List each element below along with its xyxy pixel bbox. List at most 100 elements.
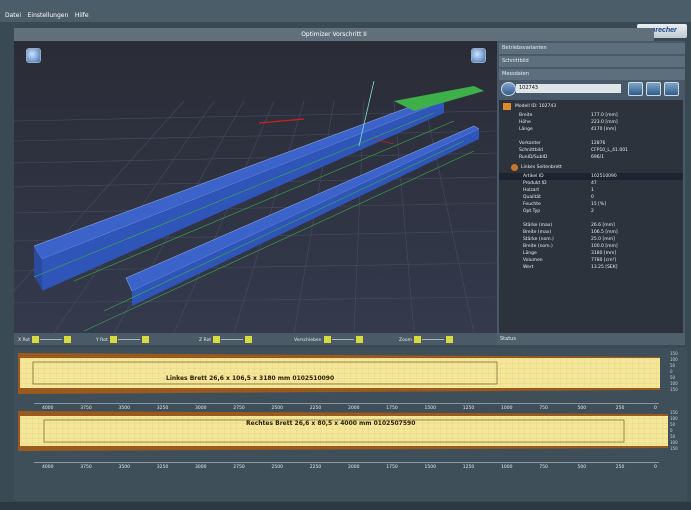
tree-row[interactable] xyxy=(499,133,683,140)
control-slider[interactable] xyxy=(421,339,444,340)
scale-tick-label: 150 xyxy=(670,351,678,356)
tree-row[interactable]: Länge 3180 [mm] xyxy=(499,250,683,257)
panel-item-schnittbild[interactable]: Schnittbild xyxy=(499,56,685,67)
tree-root[interactable]: Modell ID: 102743 xyxy=(499,103,683,110)
control-z-rot: Z Rot xyxy=(199,335,253,344)
panel-item-betriebsvarianten[interactable]: Betriebsvarianten xyxy=(499,43,685,54)
menu-datei[interactable]: Datei xyxy=(5,12,21,19)
view-reset-icon[interactable] xyxy=(26,48,41,63)
control-plus-button[interactable] xyxy=(354,335,364,344)
properties-tree[interactable]: Modell ID: 102743 Breite 177.0 [mm] Höhe 22… xyxy=(499,100,683,333)
tree-row[interactable]: Schnittbild CFP10_L_41.001 xyxy=(499,147,683,154)
axis-tick-label: 4000 xyxy=(42,465,54,470)
axis-tick-label: 2500 xyxy=(271,406,283,411)
axis-bottom xyxy=(34,462,659,463)
axis-tick-label: 1750 xyxy=(386,465,398,470)
tree-value: 15 [%] xyxy=(591,202,606,207)
axis-tick-label: 3000 xyxy=(195,465,207,470)
tree-row[interactable]: Breite 177.0 [mm] xyxy=(499,112,683,119)
floor-grid xyxy=(14,41,497,333)
scale-tick-label: 100 xyxy=(670,357,678,362)
settings-icon[interactable] xyxy=(664,82,679,96)
control-plus-button[interactable] xyxy=(140,335,150,344)
axis-tick-label: 3750 xyxy=(80,406,92,411)
tree-value: 13.25 [SEK] xyxy=(591,265,618,270)
control-minus-button[interactable] xyxy=(322,335,332,344)
axis-tick-label: 0 xyxy=(654,406,657,411)
axis-tick-label: 2750 xyxy=(233,406,245,411)
load-id-icon[interactable] xyxy=(501,82,516,96)
axis-tick-label: 3000 xyxy=(195,406,207,411)
viewport-3d[interactable] xyxy=(14,41,497,333)
tree-row[interactable]: Opt.Typ 2 xyxy=(499,208,683,215)
right-panel: Betriebsvarianten Schnittbild Messdaten … xyxy=(497,41,685,341)
axis-tick-label: 3250 xyxy=(156,465,169,470)
tree-row[interactable]: Breite (nom.) 100.0 [mm] xyxy=(499,243,683,250)
control-label: X Rot xyxy=(18,338,30,343)
menu-hilfe[interactable]: Hilfe xyxy=(75,12,89,19)
axis-tick-label: 250 xyxy=(615,465,625,470)
tree-row[interactable]: Vorkanter 12876 xyxy=(499,140,683,147)
axis-tick-label: 500 xyxy=(577,465,587,470)
tree-row[interactable]: Wert 13.25 [SEK] xyxy=(499,264,683,271)
tree-key: Länge xyxy=(519,127,533,132)
control-slider[interactable] xyxy=(39,339,62,340)
tree-value: 4170 [mm] xyxy=(591,127,617,132)
control-slider[interactable] xyxy=(220,339,243,340)
tree-root-label: Modell ID: 102743 xyxy=(515,104,557,109)
tree-value: 696/1 xyxy=(591,155,604,160)
tree-row[interactable]: Produkt ID 47 xyxy=(499,180,683,187)
tree-key: Höhe xyxy=(519,120,531,125)
tree-key: Vorkanter xyxy=(519,141,541,146)
tree-row[interactable]: Holzart 1 xyxy=(499,187,683,194)
tree-row[interactable] xyxy=(499,215,683,222)
tree-key: Länge xyxy=(523,251,537,256)
tree-row[interactable]: Breite (max) 106.5 [mm] xyxy=(499,229,683,236)
tree-key: Schnittbild xyxy=(519,148,544,153)
group-icon xyxy=(511,164,518,171)
tree-value: 25.0 [mm] xyxy=(591,237,615,242)
control-plus-button[interactable] xyxy=(444,335,454,344)
tree-key: Breite (nom.) xyxy=(523,244,553,249)
control-slider[interactable] xyxy=(331,339,354,340)
control-plus-button[interactable] xyxy=(243,335,253,344)
axis-tick-label: 250 xyxy=(615,406,625,411)
tree-row[interactable]: Qualität 0 xyxy=(499,194,683,201)
control-minus-button[interactable] xyxy=(30,335,40,344)
tree-row[interactable]: Artikel ID 102510090 xyxy=(499,173,683,180)
control-minus-button[interactable] xyxy=(412,335,422,344)
control-slider[interactable] xyxy=(117,339,140,340)
tree-row[interactable]: Feuchte 15 [%] xyxy=(499,201,683,208)
tree-row[interactable]: Volumen 7780 [cm³] xyxy=(499,257,683,264)
tree-row[interactable]: Stärke (max) 26.6 [mm] xyxy=(499,222,683,229)
axis-tick-label: 750 xyxy=(539,465,548,470)
axis-tick-label: 1750 xyxy=(386,406,398,411)
axis-tick-label: 3500 xyxy=(118,406,130,411)
scale-tick-label: 0 xyxy=(670,369,673,374)
tree-value: 106.5 [mm] xyxy=(591,230,618,235)
control-plus-button[interactable] xyxy=(62,335,72,344)
model-id-input[interactable]: 102743 xyxy=(516,84,621,93)
folder-icon xyxy=(503,103,511,110)
control-label: Verschieben xyxy=(294,338,322,343)
tree-value: 100.0 [mm] xyxy=(591,244,618,249)
tree-group-label: Linkes Seitenbrett xyxy=(521,165,562,170)
view-toggle-icon[interactable] xyxy=(471,48,486,63)
axis-tick-label: 2000 xyxy=(348,465,360,470)
tree-group[interactable]: Linkes Seitenbrett xyxy=(499,164,683,171)
tree-key: Artikel ID xyxy=(523,174,544,179)
control-minus-button[interactable] xyxy=(211,335,221,344)
tree-key: Produkt ID xyxy=(523,181,547,186)
tree-row[interactable]: RunID/SubID 696/1 xyxy=(499,154,683,161)
panel-item-messdaten[interactable]: Messdaten xyxy=(499,69,685,80)
tree-row[interactable]: Stärke (nom.) 25.0 [mm] xyxy=(499,236,683,243)
scale-tick-label: 50 xyxy=(670,375,676,380)
control-minus-button[interactable] xyxy=(108,335,118,344)
tree-row[interactable]: Höhe 223.0 [mm] xyxy=(499,119,683,126)
tree-row[interactable]: Länge 4170 [mm] xyxy=(499,126,683,133)
axis-tick-label: 1000 xyxy=(501,406,513,411)
menu-einstellungen[interactable]: Einstellungen xyxy=(28,12,69,19)
export-icon[interactable] xyxy=(628,82,643,96)
tree-value: 1 xyxy=(591,188,594,193)
refresh-icon[interactable] xyxy=(646,82,661,96)
